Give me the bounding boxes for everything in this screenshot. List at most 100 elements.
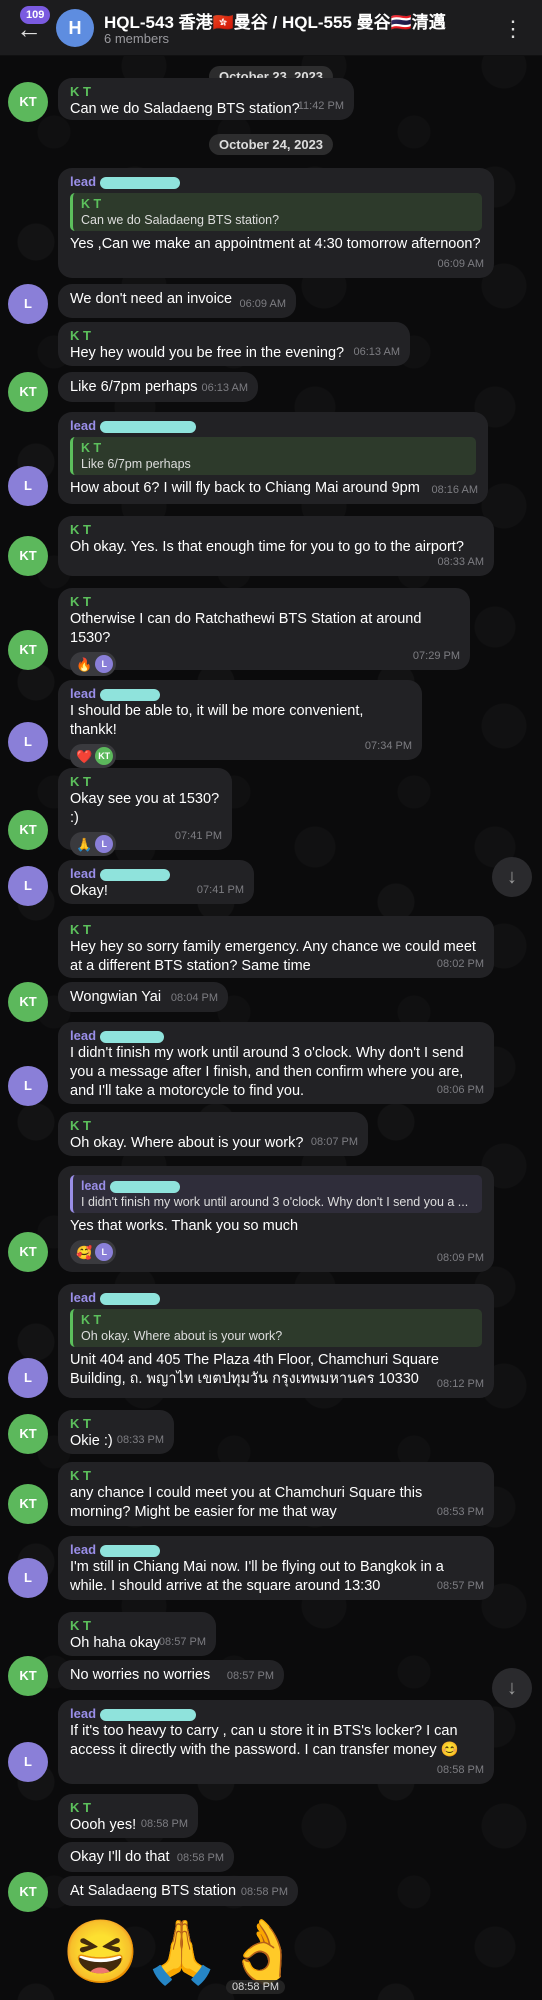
avatar-kt[interactable]: KT: [8, 82, 48, 122]
redacted-name: [100, 1030, 165, 1043]
redacted-name: [110, 1180, 181, 1193]
message-row: KT K T Oh okay. Yes. Is that enough time…: [0, 516, 542, 580]
message-bubble[interactable]: lead K T Can we do Saladaeng BTS station…: [58, 168, 494, 278]
message-row: L lead I'm still in Chiang Mai now. I'll…: [0, 1536, 542, 1602]
avatar-lead[interactable]: L: [8, 284, 48, 324]
reply-text: Can we do Saladaeng BTS station?: [81, 213, 280, 227]
message-bubble[interactable]: lead K T Oh okay. Where about is your wo…: [58, 1284, 494, 1398]
message-row: KT No worries no worries 08:57 PM: [0, 1656, 542, 1700]
message-bubble[interactable]: K T Oooh yes! 08:58 PM: [58, 1794, 198, 1838]
message-text: I didn't finish my work until around 3 o…: [70, 1045, 464, 1099]
sender-name: K T: [70, 1800, 91, 1815]
unread-badge: 109: [20, 6, 51, 24]
avatar-kt[interactable]: KT: [8, 1232, 48, 1272]
reply-quote[interactable]: K T Can we do Saladaeng BTS station?: [70, 193, 482, 231]
message-text: I'm still in Chiang Mai now. I'll be fly…: [70, 1559, 444, 1594]
message-bubble[interactable]: K T Okay see you at 1530? :) 🙏 L 07:41 PM: [58, 768, 232, 856]
message-text: If it's too heavy to carry , can u store…: [70, 1723, 459, 1758]
message-bubble[interactable]: lead K T Like 6/7pm perhaps How about 6?…: [58, 412, 488, 504]
message-row: KT K T any chance I could meet you at Ch…: [0, 1462, 542, 1528]
message-text: Hey hey so sorry family emergency. Any c…: [70, 939, 476, 974]
sender-name: K T: [70, 1416, 91, 1431]
message-row: Okay I'll do that 08:58 PM: [0, 1842, 542, 1874]
avatar-kt[interactable]: KT: [8, 1484, 48, 1524]
message-bubble[interactable]: K T Can we do Saladaeng BTS station? 11:…: [58, 78, 354, 120]
group-avatar[interactable]: H: [56, 9, 94, 47]
message-bubble[interactable]: K T Oh haha okay 08:57 PM: [58, 1612, 216, 1656]
reaction-chip[interactable]: ❤️ KT: [70, 744, 117, 768]
message-row: K T Oh haha okay 08:57 PM: [0, 1612, 542, 1658]
message-text: How about 6? I will fly back to Chiang M…: [70, 480, 420, 496]
avatar-kt[interactable]: KT: [8, 1414, 48, 1454]
member-count: 6 members: [104, 31, 170, 46]
message-time: 08:58 PM: [436, 1764, 484, 1776]
message-bubble[interactable]: K T Oh okay. Where about is your work? 0…: [58, 1112, 368, 1156]
sender-label: lead: [70, 1290, 97, 1305]
date-separator: October 24, 2023: [208, 134, 334, 155]
avatar-lead[interactable]: L: [8, 722, 48, 762]
reaction-chip[interactable]: 🥰 L: [70, 1240, 117, 1264]
message-row: KT lead I didn't finish my work until ar…: [0, 1166, 542, 1274]
group-title[interactable]: HQL-543 香港🇭🇰曼谷 / HQL-555 曼谷🇹🇭清邁: [104, 8, 446, 33]
message-time: 06:13 AM: [353, 346, 400, 358]
scroll-to-bottom-button[interactable]: ↓: [492, 857, 532, 897]
redacted-name: [100, 688, 161, 701]
message-bubble[interactable]: Okay I'll do that 08:58 PM: [58, 1842, 234, 1872]
avatar-lead[interactable]: L: [8, 1358, 48, 1398]
message-bubble[interactable]: Like 6/7pm perhaps 06:13 AM: [58, 372, 258, 402]
reply-quote[interactable]: lead I didn't finish my work until aroun…: [70, 1175, 482, 1213]
redacted-name: [100, 420, 197, 433]
message-bubble[interactable]: K T Oh okay. Yes. Is that enough time fo…: [58, 516, 494, 576]
avatar-kt[interactable]: KT: [8, 630, 48, 670]
message-bubble[interactable]: lead I didn't finish my work until aroun…: [58, 1022, 494, 1104]
message-bubble[interactable]: lead If it's too heavy to carry , can u …: [58, 1700, 494, 1784]
reaction-chip[interactable]: 🔥 L: [70, 652, 117, 676]
message-bubble[interactable]: At Saladaeng BTS station 08:58 PM: [58, 1876, 298, 1906]
message-row: K T Hey hey so sorry family emergency. A…: [0, 916, 542, 980]
message-text: Otherwise I can do Ratchathewi BTS Stati…: [70, 611, 422, 646]
avatar-kt[interactable]: KT: [8, 810, 48, 850]
message-bubble[interactable]: K T Hey hey so sorry family emergency. A…: [58, 916, 494, 978]
message-row: L We don't need an invoice 06:09 AM: [0, 284, 542, 324]
reactor-avatar: KT: [95, 747, 114, 765]
message-row: L lead I should be able to, it will be m…: [0, 680, 542, 768]
sender-label: lead: [70, 686, 97, 701]
avatar-kt[interactable]: KT: [8, 982, 48, 1022]
avatar-kt[interactable]: KT: [8, 1872, 48, 1912]
message-bubble[interactable]: We don't need an invoice 06:09 AM: [58, 284, 296, 318]
more-menu-icon[interactable]: ⋮: [502, 16, 524, 42]
message-bubble[interactable]: lead I should be able to, it will be mor…: [58, 680, 422, 768]
message-bubble[interactable]: No worries no worries 08:57 PM: [58, 1660, 284, 1690]
avatar-kt[interactable]: KT: [8, 536, 48, 576]
message-row: KT K T Okie :) 08:33 PM: [0, 1410, 542, 1456]
message-bubble[interactable]: lead I didn't finish my work until aroun…: [58, 1166, 494, 1272]
message-bubble[interactable]: K T any chance I could meet you at Chamc…: [58, 1462, 494, 1526]
message-bubble[interactable]: Wongwian Yai 08:04 PM: [58, 982, 228, 1012]
redacted-name: [100, 868, 171, 881]
message-bubble[interactable]: K T Hey hey would you be free in the eve…: [58, 322, 410, 366]
message-time: 08:07 PM: [310, 1136, 358, 1148]
sender-label: lead: [70, 418, 97, 433]
message-bubble[interactable]: lead I'm still in Chiang Mai now. I'll b…: [58, 1536, 494, 1600]
sender-name: K T: [70, 1118, 91, 1133]
emoji-message[interactable]: 😆🙏👌: [62, 1918, 306, 1988]
avatar-lead[interactable]: L: [8, 466, 48, 506]
avatar-lead[interactable]: L: [8, 866, 48, 906]
message-time: 08:16 AM: [431, 484, 478, 496]
message-bubble[interactable]: lead Okay! 07:41 PM: [58, 860, 254, 904]
message-bubble[interactable]: K T Okie :) 08:33 PM: [58, 1410, 174, 1454]
reaction-chip[interactable]: 🙏 L: [70, 832, 117, 856]
reply-quote[interactable]: K T Like 6/7pm perhaps: [70, 437, 476, 475]
message-text: I should be able to, it will be more con…: [70, 703, 364, 738]
avatar-lead[interactable]: L: [8, 1066, 48, 1106]
avatar-lead[interactable]: L: [8, 1742, 48, 1782]
reply-quote[interactable]: K T Oh okay. Where about is your work?: [70, 1309, 482, 1347]
message-time: 08:06 PM: [436, 1084, 484, 1096]
avatar-kt[interactable]: KT: [8, 1656, 48, 1696]
message-bubble[interactable]: K T Otherwise I can do Ratchathewi BTS S…: [58, 588, 470, 676]
avatar-kt[interactable]: KT: [8, 372, 48, 412]
avatar-lead[interactable]: L: [8, 1558, 48, 1598]
message-row: KT Like 6/7pm perhaps 06:13 AM: [0, 372, 542, 412]
message-time: 08:58 PM: [140, 1818, 188, 1830]
message-row: K T Oooh yes! 08:58 PM: [0, 1794, 542, 1840]
